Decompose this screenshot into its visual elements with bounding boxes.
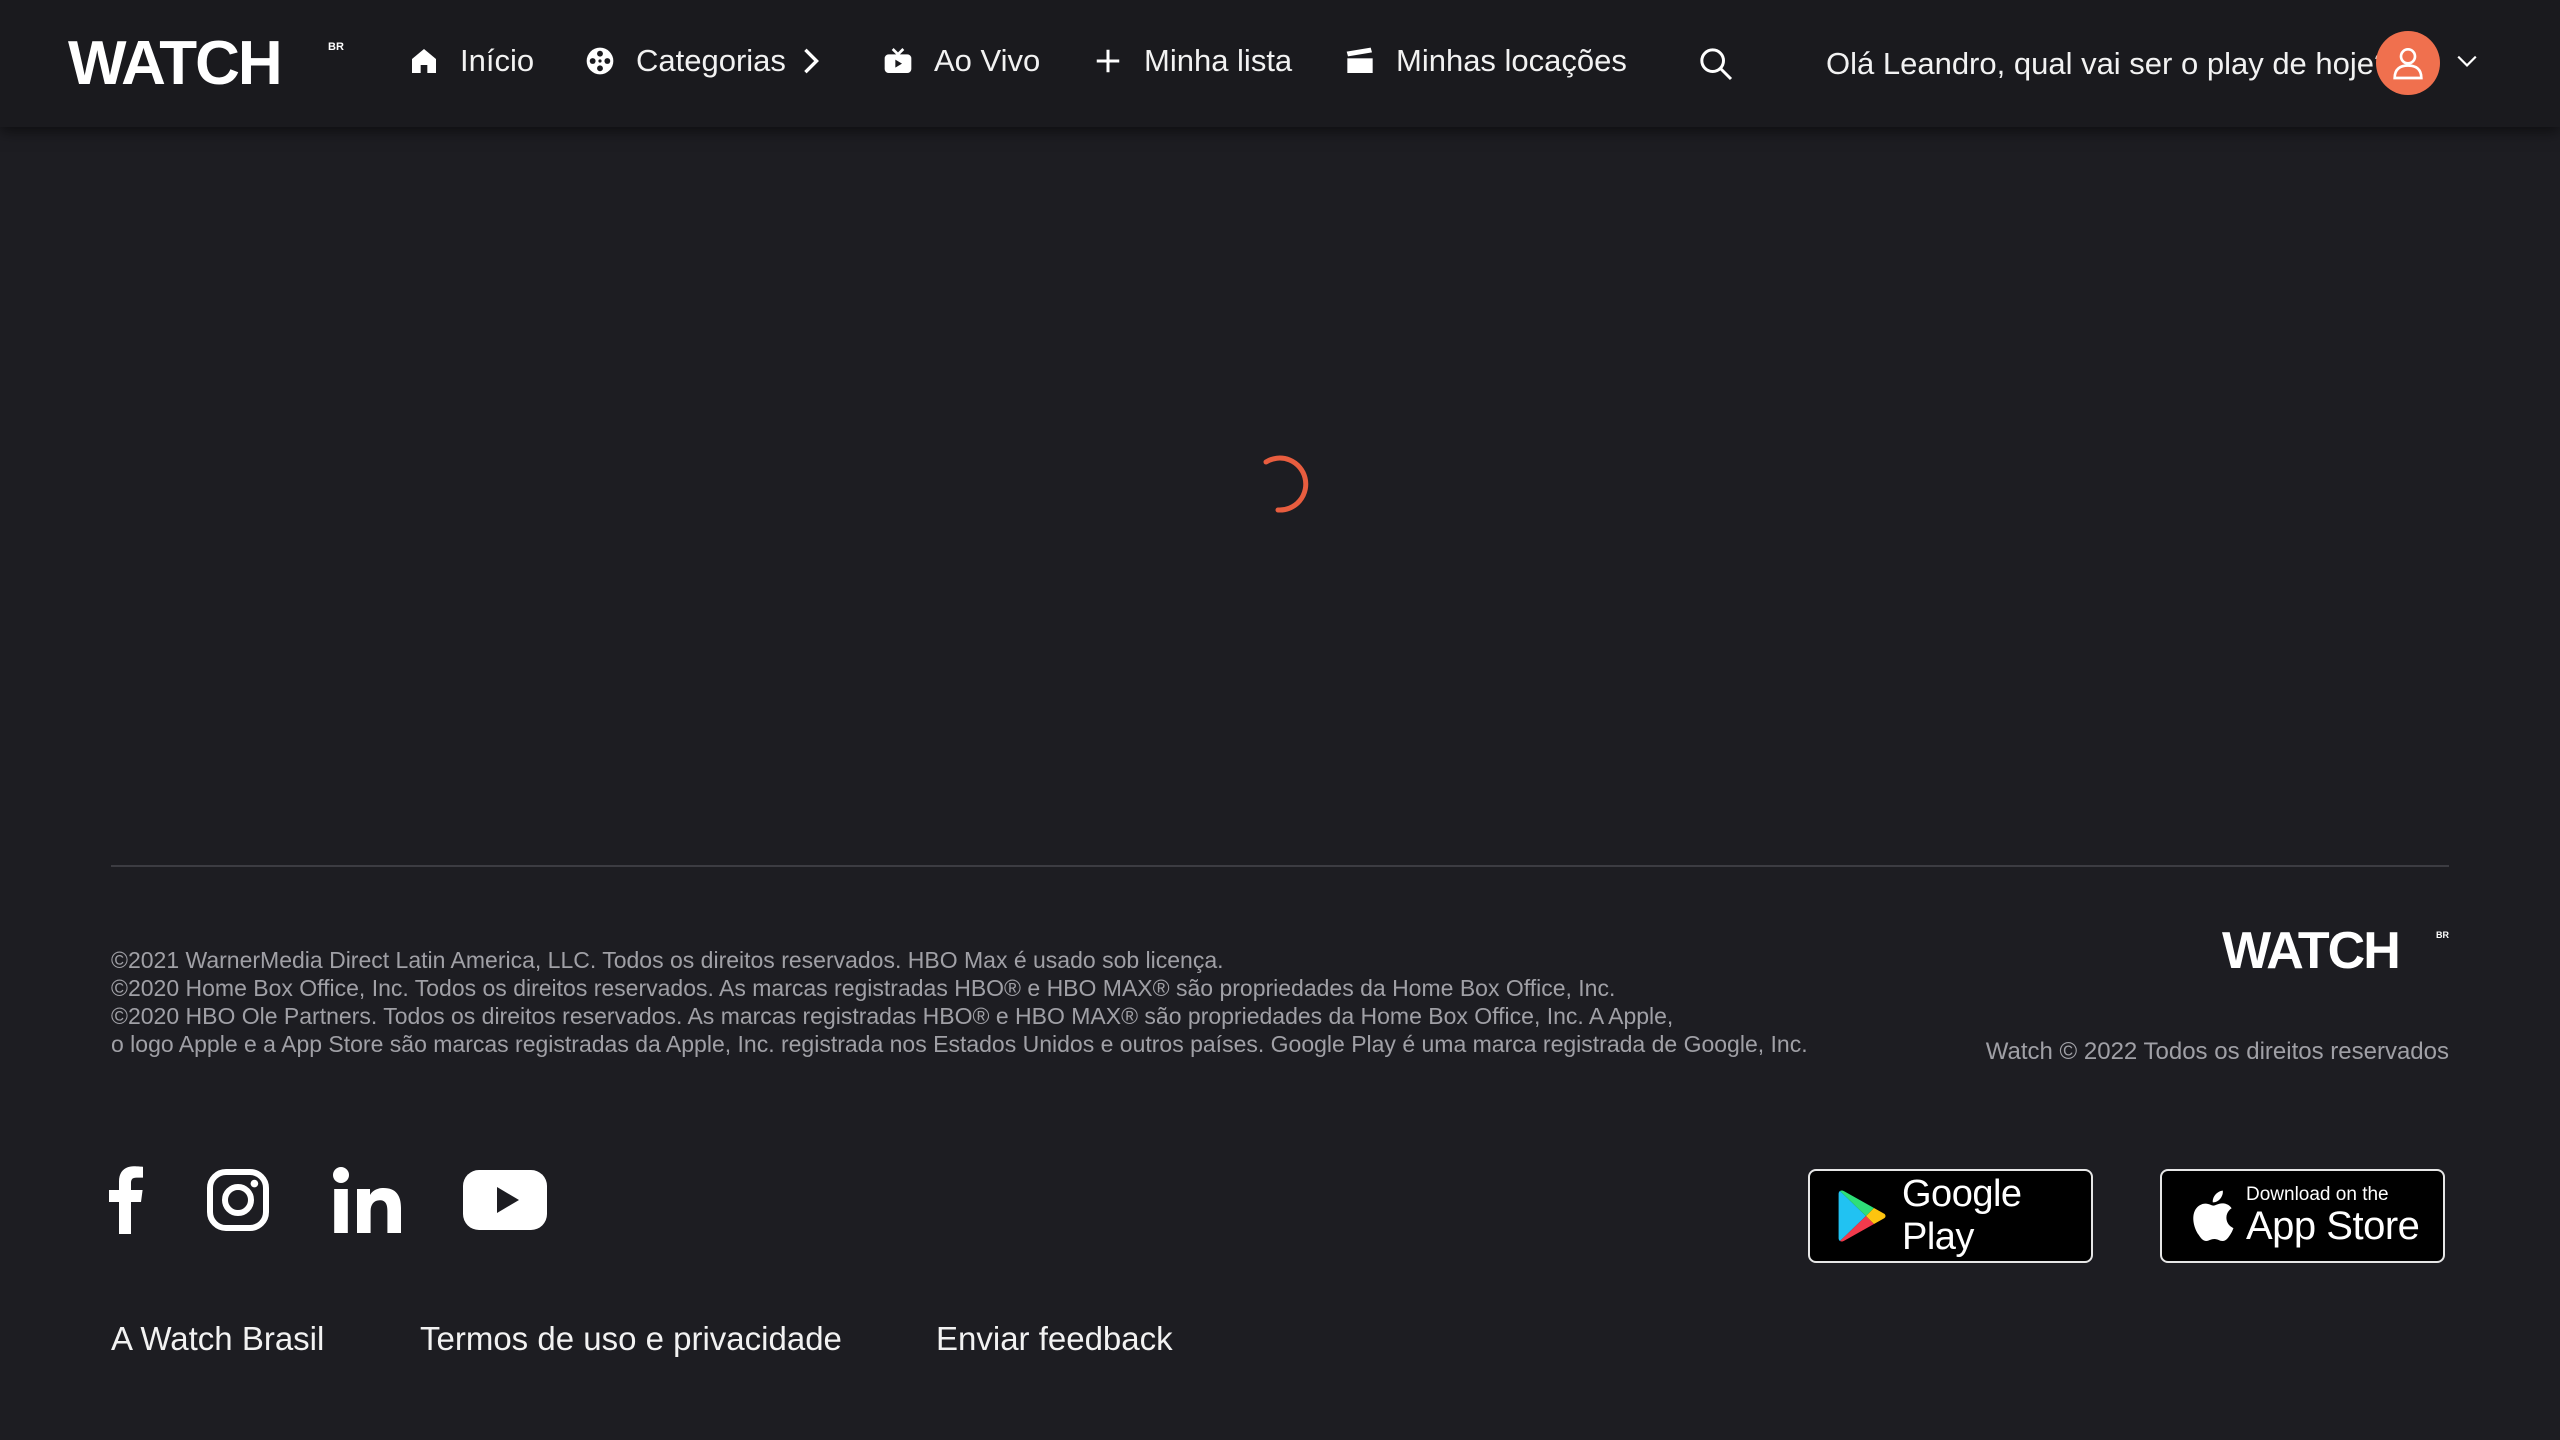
nav-minha-lista-label: Minha lista [1144, 43, 1293, 78]
logo-text: WATCH [68, 34, 281, 90]
facebook-icon[interactable] [108, 1164, 144, 1236]
legal-line: ©2020 HBO Ole Partners. Todos os direito… [111, 1003, 1674, 1029]
nav-ao-vivo[interactable]: Ao Vivo [880, 36, 1040, 86]
app-store-big-label: App Store [2246, 1204, 2420, 1248]
chevron-right-icon [802, 47, 820, 75]
logo-suffix: BR [328, 41, 344, 53]
google-play-icon [1838, 1189, 1888, 1243]
youtube-icon[interactable] [462, 1164, 548, 1236]
copyright-text: Watch © 2022 Todos os direitos reservado… [1985, 1038, 2449, 1065]
legal-line: o logo Apple e a App Store são marcas re… [111, 1031, 1808, 1057]
user-icon [2393, 48, 2423, 80]
nav-categorias-label: Categorias [636, 43, 786, 78]
instagram-icon[interactable] [204, 1164, 272, 1236]
app-store-small-label: Download on the [2246, 1184, 2389, 1205]
greeting-text: Olá Leandro, qual vai ser o play de hoje… [1826, 46, 2392, 81]
search-icon[interactable] [1696, 44, 1736, 84]
link-a-watch-brasil[interactable]: A Watch Brasil [111, 1320, 324, 1358]
home-icon [406, 43, 442, 79]
linkedin-icon[interactable] [332, 1164, 402, 1236]
footer-watch-logo: WATCH BR [2222, 922, 2450, 980]
loading-spinner [1248, 452, 1312, 516]
nav-categorias[interactable]: Categorias [582, 36, 820, 86]
nav-minha-lista[interactable]: Minha lista [1090, 36, 1292, 86]
google-play-label: Google Play [1902, 1173, 2022, 1258]
footer-logo-text: WATCH [2222, 926, 2399, 972]
legal-line: ©2020 Home Box Office, Inc. Todos os dir… [111, 975, 1616, 1001]
top-navigation-bar: WATCH BR Início Categorias Ao Vivo Minha… [0, 0, 2560, 127]
link-enviar-feedback[interactable]: Enviar feedback [936, 1320, 1173, 1358]
link-termos-de-uso[interactable]: Termos de uso e privacidade [420, 1320, 842, 1358]
app-store-badge[interactable]: Download on the App Store [2160, 1169, 2445, 1263]
live-tv-icon [880, 43, 916, 79]
nav-inicio[interactable]: Início [406, 36, 534, 86]
nav-inicio-label: Início [460, 43, 535, 78]
nav-minhas-locacoes-label: Minhas locações [1396, 43, 1627, 78]
apple-icon [2190, 1189, 2234, 1243]
google-play-badge[interactable]: Google Play [1808, 1169, 2093, 1263]
watch-logo[interactable]: WATCH BR [68, 34, 346, 90]
plus-icon [1090, 43, 1126, 79]
legal-notice: ©2021 WarnerMedia Direct Latin America, … [111, 946, 1911, 1058]
nav-ao-vivo-label: Ao Vivo [934, 43, 1041, 78]
user-avatar[interactable] [2376, 31, 2440, 95]
footer-divider [111, 865, 2449, 867]
nav-minhas-locacoes[interactable]: Minhas locações [1342, 36, 1627, 86]
legal-line: ©2021 WarnerMedia Direct Latin America, … [111, 947, 1224, 973]
clapperboard-icon [1342, 43, 1378, 79]
chevron-down-icon[interactable] [2456, 50, 2478, 72]
film-reel-icon [582, 43, 618, 79]
footer-logo-suffix: BR [2436, 930, 2449, 940]
